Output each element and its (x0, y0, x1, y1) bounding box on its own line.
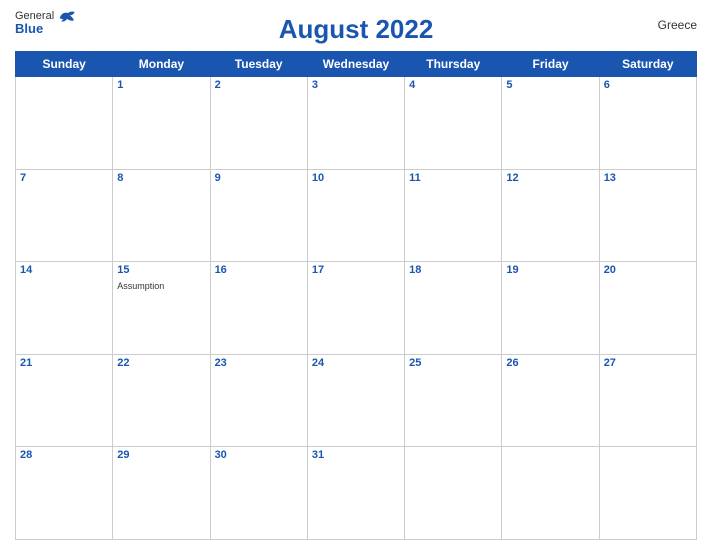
calendar-day-cell (502, 447, 599, 540)
calendar-day-cell: 15 Assumption (113, 262, 210, 355)
calendar-table: SundayMondayTuesdayWednesdayThursdayFrid… (15, 51, 697, 540)
calendar-day-cell: 11 (405, 169, 502, 262)
calendar-day-cell: 5 (502, 77, 599, 170)
day-header-monday: Monday (113, 52, 210, 77)
day-number: 27 (604, 357, 692, 369)
day-number: 28 (20, 449, 108, 461)
day-number: 12 (506, 172, 594, 184)
day-number: 15 (117, 264, 205, 276)
calendar-day-cell: 30 (210, 447, 307, 540)
calendar-day-cell: 18 (405, 262, 502, 355)
day-header-tuesday: Tuesday (210, 52, 307, 77)
calendar-day-cell: 7 (16, 169, 113, 262)
calendar-day-cell: 23 (210, 354, 307, 447)
calendar-week-row: 123456 (16, 77, 697, 170)
calendar-day-cell: 12 (502, 169, 599, 262)
calendar-day-cell (405, 447, 502, 540)
day-number: 6 (604, 79, 692, 91)
day-number: 26 (506, 357, 594, 369)
day-number: 8 (117, 172, 205, 184)
day-number: 5 (506, 79, 594, 91)
day-number: 23 (215, 357, 303, 369)
day-number: 24 (312, 357, 400, 369)
calendar-title: August 2022 (279, 14, 434, 45)
calendar-day-cell: 22 (113, 354, 210, 447)
calendar-week-row: 28 29 30 31 (16, 447, 697, 540)
calendar-day-cell: 25 (405, 354, 502, 447)
calendar-day-cell: 24 (307, 354, 404, 447)
day-number: 18 (409, 264, 497, 276)
day-number: 11 (409, 172, 497, 184)
calendar-week-row: 21 22 23 24 25 26 27 (16, 354, 697, 447)
day-number: 10 (312, 172, 400, 184)
logo-blue: Blue (15, 22, 54, 36)
calendar-body: 123456789101112131415Assumption161718192… (16, 77, 697, 540)
calendar-day-cell: 4 (405, 77, 502, 170)
day-number: 7 (20, 172, 108, 184)
calendar-header: General Blue August 2022 Greece (15, 10, 697, 45)
day-event: Assumption (117, 281, 164, 291)
calendar-day-cell: 10 (307, 169, 404, 262)
calendar-header-row: SundayMondayTuesdayWednesdayThursdayFrid… (16, 52, 697, 77)
day-header-friday: Friday (502, 52, 599, 77)
calendar-day-cell: 6 (599, 77, 696, 170)
country-label: Greece (658, 18, 697, 32)
day-number: 14 (20, 264, 108, 276)
calendar-day-cell: 9 (210, 169, 307, 262)
day-number: 17 (312, 264, 400, 276)
calendar-day-cell: 13 (599, 169, 696, 262)
day-number: 25 (409, 357, 497, 369)
day-number: 13 (604, 172, 692, 184)
calendar-day-cell: 14 (16, 262, 113, 355)
calendar-day-cell: 28 (16, 447, 113, 540)
calendar-day-cell: 29 (113, 447, 210, 540)
day-number: 21 (20, 357, 108, 369)
day-header-thursday: Thursday (405, 52, 502, 77)
calendar-day-cell (16, 77, 113, 170)
day-number: 20 (604, 264, 692, 276)
calendar-day-cell: 16 (210, 262, 307, 355)
day-number: 4 (409, 79, 497, 91)
calendar-day-cell: 20 (599, 262, 696, 355)
day-number: 2 (215, 79, 303, 91)
day-number: 31 (312, 449, 400, 461)
day-number: 3 (312, 79, 400, 91)
day-number: 30 (215, 449, 303, 461)
calendar-day-cell: 26 (502, 354, 599, 447)
calendar-day-cell: 2 (210, 77, 307, 170)
calendar-day-cell (599, 447, 696, 540)
calendar-day-cell: 21 (16, 354, 113, 447)
day-number: 29 (117, 449, 205, 461)
calendar-day-cell: 27 (599, 354, 696, 447)
calendar-week-row: 14 15 Assumption 16 17 18 19 20 (16, 262, 697, 355)
calendar-day-cell: 3 (307, 77, 404, 170)
day-number: 22 (117, 357, 205, 369)
day-number: 9 (215, 172, 303, 184)
calendar-day-cell: 8 (113, 169, 210, 262)
logo-bird-icon (58, 8, 78, 28)
day-header-saturday: Saturday (599, 52, 696, 77)
day-number: 16 (215, 264, 303, 276)
calendar-day-cell: 31 (307, 447, 404, 540)
day-number: 1 (117, 79, 205, 91)
day-header-sunday: Sunday (16, 52, 113, 77)
logo: General Blue (15, 10, 78, 36)
calendar-day-cell: 19 (502, 262, 599, 355)
calendar-day-cell: 17 (307, 262, 404, 355)
calendar-day-cell: 1 (113, 77, 210, 170)
calendar-week-row: 789 10 11 12 13 (16, 169, 697, 262)
day-number: 19 (506, 264, 594, 276)
day-header-wednesday: Wednesday (307, 52, 404, 77)
